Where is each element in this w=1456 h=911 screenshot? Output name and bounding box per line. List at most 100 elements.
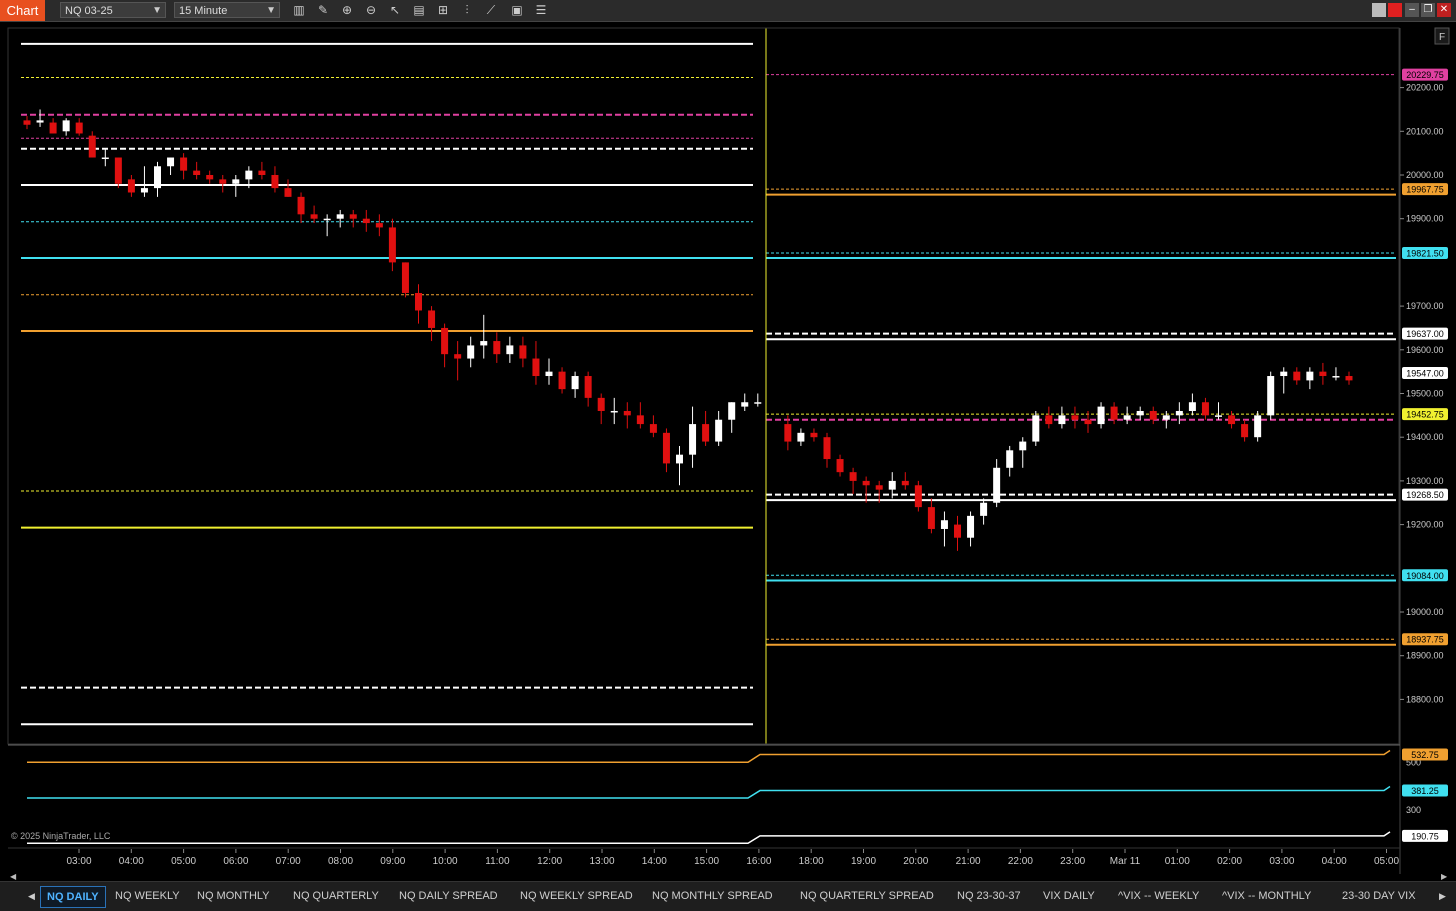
time-tick-label: 11:00 [485,856,510,867]
draw-pencil-icon[interactable]: ✎ [314,2,332,19]
tab-vix-daily[interactable]: VIX DAILY [1043,886,1095,906]
bars-style-icon[interactable]: ▥ [290,2,308,19]
tabs-scroll-left-icon[interactable]: ◀ [28,891,35,902]
candle [140,166,148,197]
price-marker: 19821.50 [1402,247,1448,260]
lower-tick-label: 300 [1406,805,1421,815]
time-tick-label: 08:00 [328,856,353,867]
candle [428,306,436,342]
time-tick-label: 18:00 [799,856,824,867]
tab-nq-daily[interactable]: NQ DAILY [40,886,106,908]
candle [349,209,357,228]
maximize-icon[interactable]: ❐ [1421,3,1435,17]
candle [636,402,644,429]
candle [797,428,805,446]
lower-panel: 500300532.75381.25190.75 [27,748,1448,844]
tab-nq-monthly-spread[interactable]: NQ MONTHLY SPREAD [652,886,773,906]
candle [980,498,988,525]
price-marker: 19268.50 [1402,488,1448,501]
candle [571,371,579,398]
time-tick-label: 04:00 [1322,856,1347,867]
svg-text:19637.00: 19637.00 [1406,329,1444,339]
tab-23-30-day-vix[interactable]: 23-30 DAY VIX [1342,886,1416,906]
tab-nq-23-30-37[interactable]: NQ 23-30-37 [957,886,1021,906]
price-tick-label: 20100.00 [1406,126,1444,136]
price-tick-label: 19600.00 [1406,345,1444,355]
candle [545,358,553,385]
tab-nq-daily-spread[interactable]: NQ DAILY SPREAD [399,886,498,906]
indicators-icon[interactable]: ⫶ [458,2,476,19]
candle [715,410,723,446]
price-tick-label: 19700.00 [1406,301,1444,311]
candle [297,192,305,224]
template-icon[interactable]: ⊞ [434,2,452,19]
svg-text:20229.75: 20229.75 [1406,70,1444,80]
right-session-levels [765,28,1396,744]
interval-selector[interactable]: 15 Minute ▼ [174,2,280,18]
properties-icon[interactable]: ▤ [410,2,428,19]
tab-nq-quarterly-spread[interactable]: NQ QUARTERLY SPREAD [800,886,934,906]
data-box-icon[interactable]: ▣ [508,2,526,19]
instrument-selector[interactable]: NQ 03-25 ▼ [60,2,166,18]
candle [323,214,331,237]
price-axis[interactable]: 20200.00 20100.00 20000.00 19900.00 19700.00… [7,27,1448,874]
tab-nq-quarterly[interactable]: NQ QUARTERLY [293,886,379,906]
interval-value: 15 Minute [179,5,228,17]
candle [810,428,818,442]
link-icon[interactable] [1372,3,1386,17]
tab-nq-weekly-spread[interactable]: NQ WEEKLY SPREAD [520,886,633,906]
svg-text:532.75: 532.75 [1411,750,1439,760]
svg-text:19967.75: 19967.75 [1406,185,1444,195]
tab-vix-monthly[interactable]: ^VIX -- MONTHLY [1222,886,1311,906]
candle [154,161,161,197]
candle [1136,406,1144,420]
candle [62,118,70,136]
time-tick-label: 06:00 [223,856,248,867]
close-icon[interactable]: ✕ [1437,3,1451,17]
candle [1319,362,1327,385]
svg-text:19821.50: 19821.50 [1406,249,1444,259]
lower-value-marker: 532.75 [1402,748,1448,761]
time-tick-label: 07:00 [276,856,301,867]
candle [310,205,318,224]
candle [36,109,44,127]
price-tick-label: 18800.00 [1406,694,1444,704]
strategies-icon[interactable]: ⟋ [482,2,500,19]
candle [1332,367,1340,381]
candle [336,209,344,228]
candle [940,511,948,547]
tab-nq-monthly[interactable]: NQ MONTHLY [197,886,270,906]
title-bar: Chart NQ 03-25 ▼ 15 Minute ▼ ▥ ✎ ⊕ ⊖ ↖ ▤ ⊞… [0,0,1456,22]
candle [558,367,566,394]
corner-button[interactable]: F [1434,27,1450,45]
pointer-icon[interactable]: ↖ [386,2,404,19]
price-tick-label: 20000.00 [1406,170,1444,180]
price-tick-label: 20200.00 [1406,83,1444,93]
color-link-icon[interactable] [1388,3,1402,17]
chart-trader-icon[interactable]: ☰ [532,2,550,19]
svg-text:19084.00: 19084.00 [1406,571,1444,581]
time-tick-label: 16:00 [746,856,771,867]
candle [480,314,488,359]
candle [862,476,870,503]
time-tick-label: 05:00 [171,856,196,867]
zoom-out-icon[interactable]: ⊖ [362,2,380,19]
tab-nq-weekly[interactable]: NQ WEEKLY [115,886,180,906]
time-tick-label: 19:00 [851,856,876,867]
time-tick-label: 03:00 [1269,856,1294,867]
lower-series-line [27,785,1391,799]
minimize-icon[interactable]: – [1405,3,1419,17]
zoom-in-icon[interactable]: ⊕ [338,2,356,19]
candle [127,175,135,197]
time-axis[interactable]: 03:00 04:00 05:00 06:00 07:00 08:00 09:00 10:00… [10,849,1448,880]
candle [258,161,266,180]
candle [967,511,975,547]
lower-value-marker: 190.75 [1402,829,1448,842]
tabs-scroll-right-icon[interactable]: ▶ [1439,891,1446,902]
candle [823,432,831,468]
tab-vix-weekly[interactable]: ^VIX -- WEEKLY [1118,886,1199,906]
time-tick-label: 22:00 [1008,856,1033,867]
candle [1175,402,1183,425]
candle [597,393,605,425]
chart-area[interactable]: 20200.00 20100.00 20000.00 19900.00 19700.00… [0,22,1456,880]
